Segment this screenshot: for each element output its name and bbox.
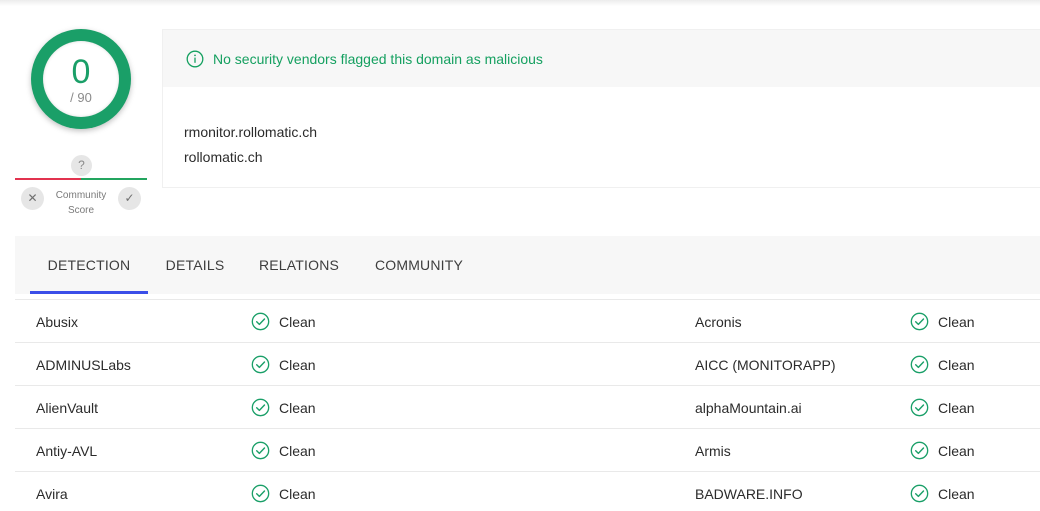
top-shadow [0, 0, 1040, 6]
tab-community[interactable]: COMMUNITY [366, 236, 472, 294]
vendor-result: Clean [251, 300, 316, 343]
vendor-name: Armis [695, 442, 731, 459]
community-score-label: Community Score [55, 190, 107, 216]
check-circle-icon [910, 484, 929, 503]
check-circle-icon [910, 312, 929, 331]
result-label: Clean [938, 442, 975, 459]
tab-bar: DETECTION DETAILS RELATIONS COMMUNITY [15, 236, 1040, 294]
check-circle-icon [251, 312, 270, 331]
result-label: Clean [279, 485, 316, 502]
vendor-result: Clean [251, 429, 316, 472]
table-row: ADMINUSLabs Clean AICC (MONITORAPP) Clean [15, 342, 1040, 385]
vendor-name: ADMINUSLabs [36, 356, 131, 373]
tab-detection[interactable]: DETECTION [30, 236, 148, 294]
result-label: Clean [938, 485, 975, 502]
vendor-result: Clean [910, 300, 975, 343]
result-label: Clean [279, 442, 316, 459]
vendor-total: / 90 [70, 90, 92, 105]
vendor-name: AICC (MONITORAPP) [695, 356, 836, 373]
detection-count: 0 [71, 53, 91, 91]
detection-score-ring: 0 / 90 [31, 29, 131, 129]
vendor-name: alphaMountain.ai [695, 399, 802, 416]
domain-summary-card: No security vendors flagged this domain … [162, 29, 1040, 188]
vendor-result: Clean [251, 343, 316, 386]
vote-harmful-button[interactable]: ✕ [21, 187, 44, 210]
domain-name: rmonitor.rollomatic.ch [184, 124, 318, 140]
parent-domain: rollomatic.ch [184, 149, 263, 165]
vendor-result: Clean [910, 386, 975, 429]
table-row: Avira Clean BADWARE.INFO Clean [15, 471, 1040, 511]
check-circle-icon [910, 441, 929, 460]
community-score-bar [15, 178, 147, 180]
domain-list: rmonitor.rollomatic.ch rollomatic.ch [184, 120, 317, 170]
vendor-name: Abusix [36, 313, 79, 330]
check-circle-icon [910, 398, 929, 417]
result-label: Clean [938, 399, 975, 416]
vote-harmless-button[interactable]: ✓ [118, 187, 141, 210]
vendor-name: Acronis [695, 313, 742, 330]
vendor-result: Clean [251, 472, 316, 511]
vendor-result: Clean [910, 429, 975, 472]
check-icon: ✓ [124, 191, 135, 205]
verdict-message: No security vendors flagged this domain … [213, 50, 543, 67]
close-icon: ✕ [27, 191, 38, 205]
check-circle-icon [251, 355, 270, 374]
tab-details[interactable]: DETAILS [157, 236, 233, 294]
vendor-name: Avira [36, 485, 68, 502]
result-label: Clean [938, 313, 975, 330]
vendor-name: Antiy-AVL [36, 442, 98, 459]
table-row: Abusix Clean Acronis Clean [15, 299, 1040, 342]
community-score-value: ? [71, 155, 92, 176]
check-circle-icon [251, 484, 270, 503]
info-icon [186, 50, 204, 67]
result-label: Clean [938, 356, 975, 373]
vendor-result: Clean [910, 472, 975, 511]
check-circle-icon [251, 398, 270, 417]
table-row: AlienVault Clean alphaMountain.ai Clean [15, 385, 1040, 428]
vendor-result: Clean [251, 386, 316, 429]
table-row: Antiy-AVL Clean Armis Clean [15, 428, 1040, 471]
result-label: Clean [279, 399, 316, 416]
check-circle-icon [251, 441, 270, 460]
result-label: Clean [279, 313, 316, 330]
vendor-result: Clean [910, 343, 975, 386]
verdict-banner: No security vendors flagged this domain … [163, 30, 1040, 87]
check-circle-icon [910, 355, 929, 374]
vendor-results-table: Abusix Clean Acronis Clean ADMINUSLabs Clean A… [15, 299, 1040, 511]
result-label: Clean [279, 356, 316, 373]
tab-relations[interactable]: RELATIONS [251, 236, 347, 294]
vendor-name: BADWARE.INFO [695, 485, 803, 502]
vendor-name: AlienVault [36, 399, 99, 416]
